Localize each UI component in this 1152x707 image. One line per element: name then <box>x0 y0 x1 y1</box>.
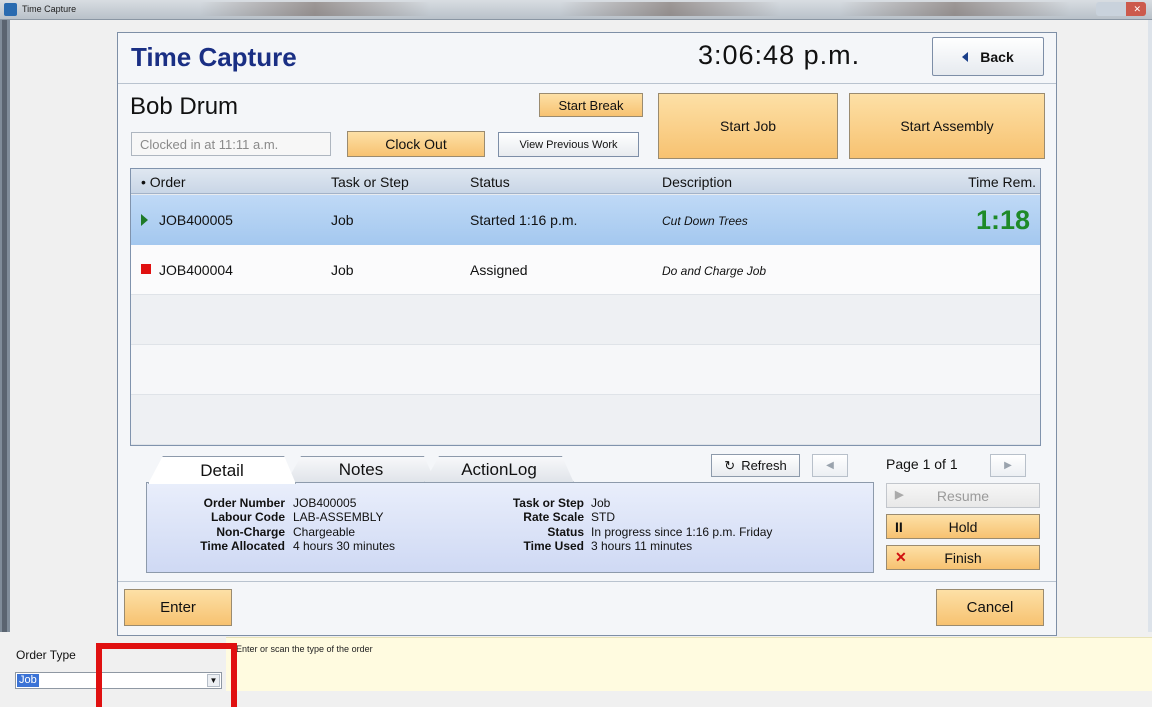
left-edge <box>0 20 10 632</box>
row-task: Job <box>331 262 354 278</box>
app-title: Time Capture <box>131 42 297 72</box>
resume-button[interactable]: ▶ Resume <box>886 483 1040 508</box>
row-status: Started 1:16 p.m. <box>470 212 578 228</box>
titlebar-decoration <box>840 2 1070 16</box>
labour-code-value: LAB-ASSEMBLY <box>293 510 384 524</box>
order-number-label: Order Number <box>203 496 285 510</box>
finish-label: Finish <box>944 550 982 566</box>
order-type-label: Order Type <box>16 648 76 662</box>
page-indicator: Page 1 of 1 <box>886 456 958 472</box>
rate-scale-label: Rate Scale <box>523 510 584 524</box>
col-status[interactable]: Status <box>470 174 510 190</box>
col-task[interactable]: Task or Step <box>331 174 409 190</box>
back-button[interactable]: Back <box>932 37 1044 76</box>
empty-row <box>131 395 1040 445</box>
hold-button[interactable]: II Hold <box>886 514 1040 539</box>
grid-header: • Order Task or Step Status Description … <box>131 169 1040 194</box>
time-allocated-label: Time Allocated <box>200 539 285 553</box>
work-grid: • Order Task or Step Status Description … <box>130 168 1041 446</box>
row-description: Do and Charge Job <box>662 264 767 278</box>
cancel-button[interactable]: Cancel <box>936 589 1044 626</box>
task-value: Job <box>591 496 611 510</box>
detail-panel: Order Number JOB400005 Labour Code LAB-A… <box>146 482 874 573</box>
start-job-button[interactable]: Start Job <box>658 93 838 159</box>
col-description[interactable]: Description <box>662 174 732 190</box>
right-edge <box>1148 20 1152 632</box>
empty-row <box>131 295 1040 345</box>
app-icon <box>4 3 17 16</box>
labour-code-label: Labour Code <box>211 510 285 524</box>
finish-button[interactable]: ✕ Finish <box>886 545 1040 570</box>
row-time-remaining: 1:18 <box>975 205 1030 235</box>
tab-detail[interactable]: Detail <box>148 456 296 484</box>
empty-row <box>131 345 1040 395</box>
col-time-remaining[interactable]: Time Rem. <box>968 174 1036 190</box>
previous-page-button[interactable]: ◀ <box>812 454 848 477</box>
window-title: Time Capture <box>22 4 77 14</box>
refresh-icon: ↻ <box>724 457 736 473</box>
titlebar-decoration <box>200 2 430 16</box>
row-task: Job <box>331 212 354 228</box>
start-break-button[interactable]: Start Break <box>539 93 643 117</box>
prompt-hint: Enter or scan the type of the order <box>236 644 373 654</box>
back-arrow-icon <box>962 51 969 62</box>
view-previous-work-button[interactable]: View Previous Work <box>498 132 639 157</box>
time-used-label: Time Used <box>523 539 584 553</box>
row-status: Assigned <box>470 262 528 278</box>
hold-label: Hold <box>948 519 978 535</box>
stop-icon <box>141 264 151 274</box>
time-used-value: 3 hours 11 minutes <box>591 539 693 553</box>
row-order: JOB400004 <box>159 262 233 278</box>
task-label: Task or Step <box>512 496 584 510</box>
status-label: Status <box>547 525 584 539</box>
start-assembly-button[interactable]: Start Assembly <box>849 93 1045 159</box>
highlight-box <box>96 643 237 707</box>
window-controls[interactable]: ✕ <box>1096 2 1146 16</box>
window-titlebar: Time Capture ✕ <box>0 0 1152 20</box>
header-divider <box>118 83 1056 84</box>
resume-label: Resume <box>936 488 990 504</box>
enter-button[interactable]: Enter <box>124 589 232 626</box>
employee-name: Bob Drum <box>130 93 239 120</box>
table-row[interactable]: JOB400005 Job Started 1:16 p.m. Cut Down… <box>131 195 1040 245</box>
order-number-value: JOB400005 <box>293 496 357 510</box>
status-value: In progress since 1:16 p.m. Friday <box>591 525 773 539</box>
next-page-button[interactable]: ▶ <box>990 454 1026 477</box>
time-allocated-value: 4 hours 30 minutes <box>293 539 396 553</box>
row-description: Cut Down Trees <box>662 214 748 228</box>
back-label: Back <box>980 48 1014 65</box>
play-icon <box>141 214 148 226</box>
refresh-label: Refresh <box>741 458 787 473</box>
non-charge-value: Chargeable <box>293 525 356 539</box>
tab-notes[interactable]: Notes <box>286 456 436 483</box>
tab-actionlog[interactable]: ActionLog <box>424 456 574 483</box>
rate-scale-value: STD <box>591 510 615 524</box>
row-order: JOB400005 <box>159 212 233 228</box>
left-edge-inner <box>2 20 7 632</box>
clocked-in-status: Clocked in at 11:11 a.m. <box>131 132 331 156</box>
table-row[interactable]: JOB400004 Job Assigned Do and Charge Job <box>131 245 1040 295</box>
order-type-value: Job <box>17 674 39 687</box>
refresh-button[interactable]: ↻ Refresh <box>711 454 800 477</box>
clock: 3:06:48 p.m. <box>698 40 861 70</box>
time-capture-panel: Time Capture 3:06:48 p.m. Back Bob Drum … <box>117 32 1057 636</box>
footer-divider <box>118 581 1056 582</box>
col-order[interactable]: • Order <box>141 174 186 190</box>
non-charge-label: Non-Charge <box>216 525 285 539</box>
clock-out-button[interactable]: Clock Out <box>347 131 485 157</box>
titlebar-decoration <box>560 2 780 16</box>
